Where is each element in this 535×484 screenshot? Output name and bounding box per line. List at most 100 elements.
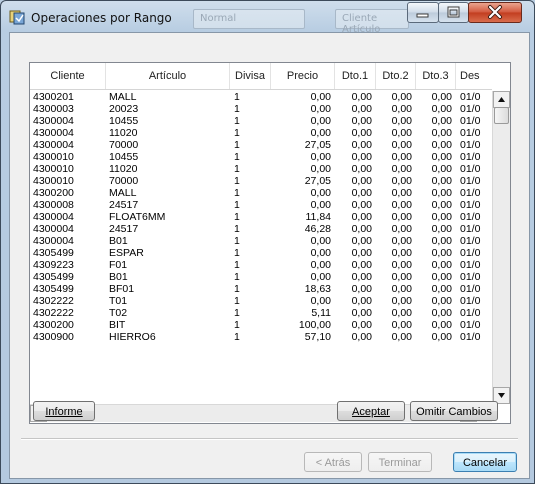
cell-dto2: 0,00 [391, 331, 412, 343]
cell-dto1: 0,00 [351, 175, 372, 187]
cell-precio: 27,05 [304, 139, 331, 151]
cell-cliente: 4300010 [33, 151, 74, 163]
background-field: Normal [193, 9, 305, 29]
cell-dto3: 0,00 [431, 295, 452, 307]
table-row[interactable]: 4305499 BF01 1 18,63 0,00 0,00 0,00 01/0 [30, 283, 492, 295]
cell-divisa: 1 [234, 283, 240, 295]
data-grid[interactable]: Cliente Artículo Divisa Precio Dto.1 Dto… [29, 62, 511, 424]
cell-dto2: 0,00 [391, 175, 412, 187]
table-row[interactable]: 4300004 24517 1 46,28 0,00 0,00 0,00 01/0 [30, 223, 492, 235]
table-row[interactable]: 4305499 ESPAR 1 0,00 0,00 0,00 0,00 01/0 [30, 247, 492, 259]
table-row[interactable]: 4300010 10455 1 0,00 0,00 0,00 0,00 01/0 [30, 151, 492, 163]
cell-dto1: 0,00 [351, 127, 372, 139]
cell-cliente: 4300004 [33, 235, 74, 247]
cell-precio: 5,11 [311, 307, 331, 319]
column-header-dto1[interactable]: Dto.1 [335, 63, 376, 89]
cell-dto2: 0,00 [391, 139, 412, 151]
table-row[interactable]: 4300010 70000 1 27,05 0,00 0,00 0,00 01/0 [30, 175, 492, 187]
maximize-icon [447, 6, 460, 18]
cell-precio: 0,00 [310, 199, 331, 211]
table-row[interactable]: 4300900 HIERRO6 1 57,10 0,00 0,00 0,00 01/0 [30, 331, 492, 343]
table-row[interactable]: 4302222 T01 1 0,00 0,00 0,00 0,00 01/0 [30, 295, 492, 307]
cell-desde: 01/0 [460, 127, 481, 139]
cell-cliente: 4300004 [33, 211, 74, 223]
table-row[interactable]: 4300004 10455 1 0,00 0,00 0,00 0,00 01/0 [30, 115, 492, 127]
cell-divisa: 1 [234, 103, 240, 115]
table-row[interactable]: 4302222 T02 1 5,11 0,00 0,00 0,00 01/0 [30, 307, 492, 319]
cell-divisa: 1 [234, 163, 240, 175]
cell-dto3: 0,00 [431, 103, 452, 115]
close-button[interactable] [468, 2, 522, 23]
table-row[interactable]: 4300004 70000 1 27,05 0,00 0,00 0,00 01/0 [30, 139, 492, 151]
table-row[interactable]: 4300200 MALL 1 0,00 0,00 0,00 0,00 01/0 [30, 187, 492, 199]
cancelar-button[interactable]: Cancelar [453, 452, 517, 472]
cell-precio: 0,00 [310, 163, 331, 175]
vertical-scroll-thumb[interactable] [494, 107, 509, 124]
terminar-button[interactable]: Terminar [368, 452, 432, 472]
cell-desde: 01/0 [460, 271, 481, 283]
omitir-cambios-button[interactable]: Omitir Cambios [410, 401, 498, 421]
cell-dto3: 0,00 [431, 91, 452, 103]
table-row[interactable]: 4300004 B01 1 0,00 0,00 0,00 0,00 01/0 [30, 235, 492, 247]
atras-button[interactable]: < Atrás [304, 452, 362, 472]
cell-divisa: 1 [234, 223, 240, 235]
column-header-precio[interactable]: Precio [271, 63, 335, 89]
cell-dto1: 0,00 [351, 307, 372, 319]
cell-divisa: 1 [234, 175, 240, 187]
table-row[interactable]: 4300010 11020 1 0,00 0,00 0,00 0,00 01/0 [30, 163, 492, 175]
column-header-cliente[interactable]: Cliente [30, 63, 106, 89]
cell-dto2: 0,00 [391, 307, 412, 319]
cell-articulo: 24517 [109, 199, 139, 211]
dialog-body: Cliente Artículo Divisa Precio Dto.1 Dto… [9, 32, 530, 479]
cell-desde: 01/0 [460, 115, 481, 127]
cell-desde: 01/0 [460, 259, 481, 271]
column-header-divisa[interactable]: Divisa [230, 63, 271, 89]
cell-precio: 18,63 [304, 283, 331, 295]
table-row[interactable]: 4300200 BIT 1 100,00 0,00 0,00 0,00 01/0 [30, 319, 492, 331]
table-row[interactable]: 4300201 MALL 1 0,00 0,00 0,00 0,00 01/0 [30, 91, 492, 103]
grid-header: Cliente Artículo Divisa Precio Dto.1 Dto… [30, 63, 492, 90]
table-row[interactable]: 4300003 20023 1 0,00 0,00 0,00 0,00 01/0 [30, 103, 492, 115]
cell-divisa: 1 [234, 247, 240, 259]
aceptar-button[interactable]: Aceptar [337, 401, 405, 421]
cell-divisa: 1 [234, 331, 240, 343]
cell-articulo: 24517 [109, 223, 139, 235]
cell-precio: 100,00 [298, 319, 331, 331]
vertical-scrollbar[interactable] [492, 91, 510, 404]
table-row[interactable]: 4305499 B01 1 0,00 0,00 0,00 0,00 01/0 [30, 271, 492, 283]
column-header-desde[interactable]: Des [456, 63, 492, 89]
cell-dto1: 0,00 [351, 151, 372, 163]
cell-dto2: 0,00 [391, 199, 412, 211]
background-field: Cliente Artículo [335, 9, 409, 35]
cell-dto3: 0,00 [431, 187, 452, 199]
informe-button[interactable]: Informe [33, 401, 95, 421]
cell-dto1: 0,00 [351, 319, 372, 331]
cell-divisa: 1 [234, 151, 240, 163]
table-row[interactable]: 4309223 F01 1 0,00 0,00 0,00 0,00 01/0 [30, 259, 492, 271]
cell-dto1: 0,00 [351, 283, 372, 295]
scroll-up-button[interactable] [493, 91, 510, 108]
cell-desde: 01/0 [460, 175, 481, 187]
cell-desde: 01/0 [460, 151, 481, 163]
cell-articulo: BIT [109, 319, 126, 331]
cell-cliente: 4300010 [33, 163, 74, 175]
cell-dto1: 0,00 [351, 199, 372, 211]
title-bar[interactable]: Operaciones por Rango Normal Cliente Art… [1, 1, 534, 35]
cell-cliente: 4302222 [33, 295, 74, 307]
minimize-button[interactable] [407, 2, 439, 23]
cell-cliente: 4309223 [33, 259, 74, 271]
cell-precio: 57,10 [304, 331, 331, 343]
cell-dto2: 0,00 [391, 295, 412, 307]
table-row[interactable]: 4300004 11020 1 0,00 0,00 0,00 0,00 01/0 [30, 127, 492, 139]
table-row[interactable]: 4300004 FLOAT6MM 1 11,84 0,00 0,00 0,00 01/0 [30, 211, 492, 223]
column-header-articulo[interactable]: Artículo [106, 63, 230, 89]
cell-precio: 0,00 [310, 127, 331, 139]
column-header-dto2[interactable]: Dto.2 [376, 63, 416, 89]
column-header-dto3[interactable]: Dto.3 [416, 63, 456, 89]
cell-dto2: 0,00 [391, 187, 412, 199]
table-row[interactable]: 4300008 24517 1 0,00 0,00 0,00 0,00 01/0 [30, 199, 492, 211]
cell-articulo: 11020 [109, 127, 138, 139]
cell-dto3: 0,00 [431, 235, 452, 247]
maximize-button[interactable] [438, 2, 469, 23]
cell-precio: 46,28 [304, 223, 331, 235]
